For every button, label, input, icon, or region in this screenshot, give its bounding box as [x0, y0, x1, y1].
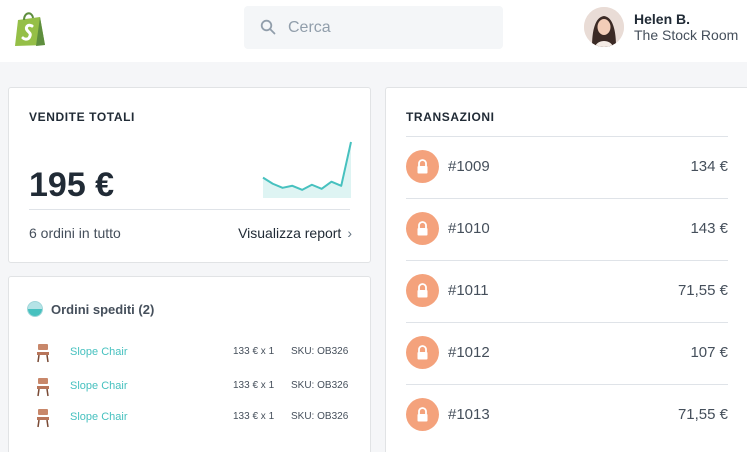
- user-name[interactable]: Helen B.: [634, 11, 690, 27]
- chevron-right-icon: ›: [347, 225, 352, 241]
- divider: [406, 384, 728, 385]
- sparkline-area: [263, 142, 351, 198]
- price-quantity: 133 € x 1: [233, 346, 275, 357]
- transaction-id: #1013: [448, 406, 490, 423]
- transaction-row[interactable]: #1011 71,55 €: [406, 260, 728, 322]
- transactions-card: TRANSAZIONI #1009 134 € #1010 143 € #101…: [385, 87, 747, 452]
- total-sales-card: VENDITE TOTALI 195 € 6 ordini in tutto V…: [8, 87, 371, 263]
- transaction-amount: 134 €: [690, 158, 728, 175]
- lock-icon: [406, 398, 439, 431]
- sku: SKU: OB326: [291, 380, 349, 391]
- transaction-id: #1012: [448, 344, 490, 361]
- lock-icon: [406, 274, 439, 307]
- transaction-amount: 71,55 €: [677, 406, 728, 423]
- search-icon: [260, 19, 276, 35]
- product-link[interactable]: Slope Chair: [70, 411, 127, 423]
- sales-total: 195 €: [29, 166, 115, 204]
- search-bar[interactable]: Cerca: [244, 6, 503, 49]
- chair-thumbnail-icon: [37, 344, 49, 363]
- transaction-row[interactable]: #1010 143 €: [406, 198, 728, 260]
- order-line-item: Slope Chair 133 € x 1 SKU: OB326: [29, 375, 359, 399]
- transaction-amount: 71,55 €: [677, 282, 728, 299]
- sparkline-line: [262, 141, 352, 191]
- chair-thumbnail-icon: [37, 409, 49, 428]
- divider: [29, 209, 350, 210]
- divider: [406, 260, 728, 261]
- lock-icon: [406, 150, 439, 183]
- divider: [406, 322, 728, 323]
- orders-count: 6 ordini in tutto: [29, 225, 121, 241]
- transaction-row[interactable]: #1012 107 €: [406, 322, 728, 384]
- view-report-link[interactable]: Visualizza report ›: [238, 225, 352, 241]
- order-line-item: Slope Chair 133 € x 1 SKU: OB326: [29, 406, 359, 430]
- card-title: TRANSAZIONI: [406, 110, 495, 124]
- transaction-id: #1011: [448, 282, 489, 299]
- shopify-logo-icon[interactable]: [12, 8, 48, 48]
- avatar[interactable]: [584, 7, 624, 47]
- divider: [406, 198, 728, 199]
- order-line-item: Slope Chair 133 € x 1 SKU: OB326: [29, 341, 359, 365]
- transaction-amount: 107 €: [690, 344, 728, 361]
- transaction-row[interactable]: #1009 134 €: [406, 136, 728, 198]
- sku: SKU: OB326: [291, 346, 349, 357]
- price-quantity: 133 € x 1: [233, 380, 275, 391]
- orders-header: Ordini spediti (2): [27, 301, 154, 317]
- card-title: VENDITE TOTALI: [29, 110, 135, 124]
- product-link[interactable]: Slope Chair: [70, 380, 127, 392]
- view-report-label: Visualizza report: [238, 225, 342, 241]
- divider: [406, 136, 728, 137]
- search-placeholder: Cerca: [288, 19, 331, 36]
- transaction-row[interactable]: #1013 71,55 €: [406, 384, 728, 446]
- store-name[interactable]: The Stock Room: [634, 27, 738, 43]
- transaction-id: #1009: [448, 158, 490, 175]
- top-bar: Cerca Helen B. The Stock Room: [0, 0, 747, 62]
- lock-icon: [406, 212, 439, 245]
- orders-title[interactable]: Ordini spediti (2): [51, 302, 154, 317]
- status-partial-icon: [27, 301, 43, 317]
- sales-sparkline: [262, 141, 352, 198]
- sku: SKU: OB326: [291, 411, 349, 422]
- lock-icon: [406, 336, 439, 369]
- price-quantity: 133 € x 1: [233, 411, 275, 422]
- transaction-amount: 143 €: [690, 220, 728, 237]
- shipped-orders-card: Ordini spediti (2) Slope Chair 133 € x 1…: [8, 276, 371, 452]
- chair-thumbnail-icon: [37, 378, 49, 397]
- transaction-id: #1010: [448, 220, 490, 237]
- product-link[interactable]: Slope Chair: [70, 346, 127, 358]
